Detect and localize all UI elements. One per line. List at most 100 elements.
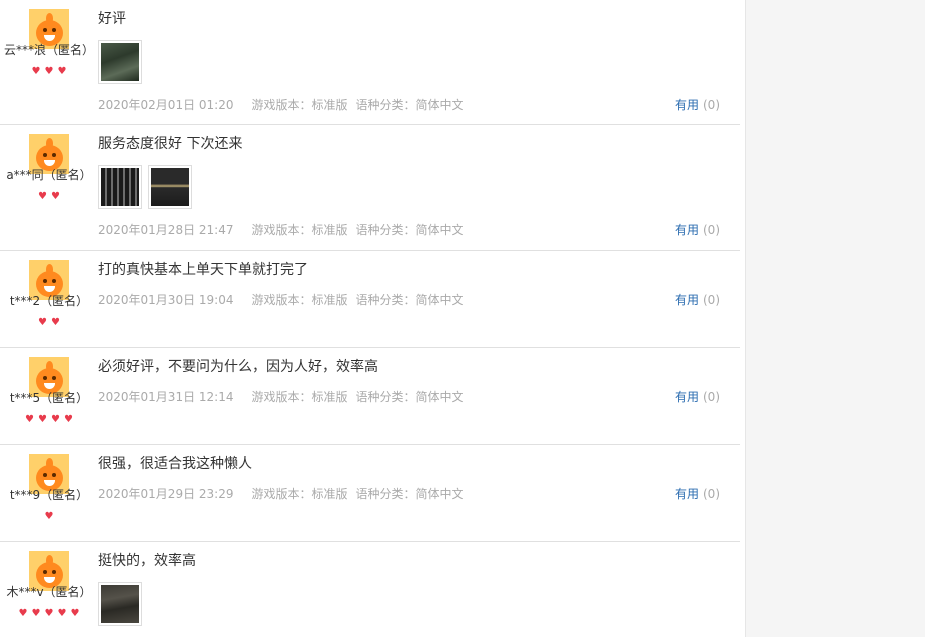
useful-vote: 有用 (0) xyxy=(675,223,720,237)
review-item: t***5（匿名） ♥ ♥ ♥ ♥ 必须好评，不要问为什么，因为人好，效率高 2020年01… xyxy=(0,348,740,445)
heart-gem-icon: ♥ xyxy=(31,608,41,619)
review-text: 很强，很适合我这种懒人 xyxy=(98,456,252,472)
useful-button[interactable]: 有用 xyxy=(675,293,699,307)
useful-count: (0) xyxy=(703,98,720,112)
useful-vote: 有用 (0) xyxy=(675,487,720,501)
heart-gem-icon: ♥ xyxy=(44,608,54,619)
heart-gem-icon: ♥ xyxy=(51,191,60,202)
review-image-thumbnail[interactable] xyxy=(98,582,142,626)
review-meta: 2020年01月28日 21:47 游戏版本：标准版 语种分类：简体中文 xyxy=(98,223,464,237)
image-dark-green xyxy=(101,43,139,81)
avatar-eye-right xyxy=(52,376,56,380)
reviewer-name: a***同（匿名） xyxy=(6,168,92,182)
game-version: 游戏版本：标准版 xyxy=(251,390,348,404)
review-body: 服务态度很好 下次还来 xyxy=(98,135,718,211)
heart-gem-icon: ♥ xyxy=(57,66,67,77)
avatar-eye-right xyxy=(52,570,56,574)
review-images xyxy=(98,40,718,86)
avatar-eye-left xyxy=(43,376,47,380)
review-item: a***同（匿名） ♥ ♥ 服务态度很好 下次还来 2020年01月28日 21:47 游… xyxy=(0,125,740,251)
review-text: 好评 xyxy=(98,11,126,27)
review-body: 好评 xyxy=(98,10,718,86)
review-image-thumbnail[interactable] xyxy=(98,165,142,209)
heart-gem-icon: ♥ xyxy=(57,608,67,619)
reviewer-level: ♥ ♥ xyxy=(0,188,98,202)
game-version: 游戏版本：标准版 xyxy=(251,223,348,237)
review-date: 2020年01月30日 19:04 xyxy=(98,293,234,307)
heart-gem-icon: ♥ xyxy=(44,66,54,77)
avatar-eye-right xyxy=(52,28,56,32)
reviewer-level: ♥ xyxy=(0,508,98,522)
right-side-panel xyxy=(745,0,925,637)
avatar-eye-left xyxy=(43,28,47,32)
heart-gem-icon: ♥ xyxy=(64,414,73,425)
review-text: 服务态度很好 下次还来 xyxy=(98,136,243,152)
useful-button[interactable]: 有用 xyxy=(675,390,699,404)
review-date: 2020年01月28日 21:47 xyxy=(98,223,234,237)
avatar-eye-left xyxy=(43,153,47,157)
reviewer-level: ♥ ♥ ♥ ♥ ♥ xyxy=(0,605,98,619)
language-category: 语种分类：简体中文 xyxy=(355,223,464,237)
review-item: 云***浪（匿名） ♥ ♥ ♥ 好评 2020年02月01日 01:20 游戏版本：标准版语… xyxy=(0,0,740,125)
review-list: 云***浪（匿名） ♥ ♥ ♥ 好评 2020年02月01日 01:20 游戏版本：标准版语… xyxy=(0,0,740,637)
review-item: t***9（匿名） ♥ 很强，很适合我这种懒人 2020年01月29日 23:29 游戏… xyxy=(0,445,740,542)
review-image-thumbnail[interactable] xyxy=(98,40,142,84)
review-text: 打的真快基本上单天下单就打完了 xyxy=(98,262,308,278)
review-item: 木***v（匿名） ♥ ♥ ♥ ♥ ♥ 挺快的，效率高 xyxy=(0,542,740,637)
review-body: 挺快的，效率高 xyxy=(98,552,718,628)
useful-button[interactable]: 有用 xyxy=(675,98,699,112)
heart-gem-icon: ♥ xyxy=(44,511,54,522)
review-body: 打的真快基本上单天下单就打完了 xyxy=(98,261,718,279)
useful-vote: 有用 (0) xyxy=(675,390,720,404)
review-body: 必须好评，不要问为什么，因为人好，效率高 xyxy=(98,358,718,376)
language-category: 语种分类：简体中文 xyxy=(355,98,464,112)
review-image-thumbnail[interactable] xyxy=(148,165,192,209)
reviewer-name: t***9（匿名） xyxy=(9,488,89,502)
reviewer-level: ♥ ♥ ♥ xyxy=(0,63,98,77)
review-item: t***2（匿名） ♥ ♥ 打的真快基本上单天下单就打完了 2020年01月30日 19… xyxy=(0,251,740,348)
heart-gem-icon: ♥ xyxy=(51,317,60,328)
avatar-eye-left xyxy=(43,473,47,477)
heart-gem-icon: ♥ xyxy=(38,191,47,202)
heart-gem-icon: ♥ xyxy=(38,317,47,328)
review-images xyxy=(98,165,718,211)
game-version: 游戏版本：标准版 xyxy=(251,293,348,307)
review-body: 很强，很适合我这种懒人 xyxy=(98,455,718,473)
useful-count: (0) xyxy=(703,293,720,307)
reviewer-name: t***2（匿名） xyxy=(9,294,89,308)
avatar-eye-right xyxy=(52,473,56,477)
review-meta: 2020年01月31日 12:14 游戏版本：标准版 语种分类：简体中文 xyxy=(98,390,464,404)
useful-count: (0) xyxy=(703,390,720,404)
language-category: 语种分类：简体中文 xyxy=(355,390,464,404)
avatar-eye-right xyxy=(52,153,56,157)
avatar-eye-left xyxy=(43,279,47,283)
review-meta: 2020年01月30日 19:04 游戏版本：标准版 语种分类：简体中文 xyxy=(98,293,464,307)
review-text: 挺快的，效率高 xyxy=(98,553,196,569)
useful-count: (0) xyxy=(703,487,720,501)
reviewer-name: 云***浪（匿名） xyxy=(3,43,94,57)
review-meta: 2020年02月01日 01:20 游戏版本：标准版 语种分类：简体中文 xyxy=(98,98,464,112)
avatar-eye-right xyxy=(52,279,56,283)
image-dark-grid xyxy=(101,168,139,206)
review-date: 2020年01月31日 12:14 xyxy=(98,390,234,404)
useful-button[interactable]: 有用 xyxy=(675,223,699,237)
heart-gem-icon: ♥ xyxy=(70,608,80,619)
reviewer-level: ♥ ♥ ♥ ♥ xyxy=(0,411,98,425)
reviewer-name: t***5（匿名） xyxy=(9,391,89,405)
avatar-eye-left xyxy=(43,570,47,574)
game-version: 游戏版本：标准版 xyxy=(251,98,348,112)
review-images xyxy=(98,582,718,628)
heart-gem-icon: ♥ xyxy=(18,608,28,619)
language-category: 语种分类：简体中文 xyxy=(355,293,464,307)
review-meta: 2020年01月29日 23:29 游戏版本：标准版 语种分类：简体中文 xyxy=(98,487,464,501)
review-text: 必须好评，不要问为什么，因为人好，效率高 xyxy=(98,359,378,375)
image-dark-scene xyxy=(101,585,139,623)
game-version: 游戏版本：标准版 xyxy=(251,487,348,501)
useful-count: (0) xyxy=(703,223,720,237)
review-date: 2020年01月29日 23:29 xyxy=(98,487,234,501)
heart-gem-icon: ♥ xyxy=(25,414,34,425)
language-category: 语种分类：简体中文 xyxy=(355,487,464,501)
useful-button[interactable]: 有用 xyxy=(675,487,699,501)
image-dark-strip xyxy=(151,168,189,206)
reviewer-level: ♥ ♥ xyxy=(0,314,98,328)
